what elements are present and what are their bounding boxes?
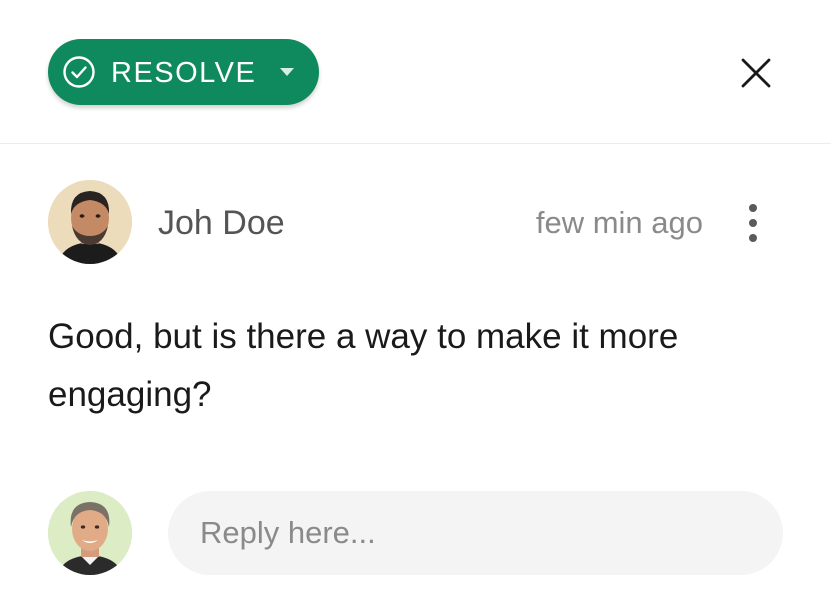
- author-name: Joh Doe: [158, 204, 285, 242]
- comment-header: RESOLVE: [0, 0, 831, 144]
- more-vertical-icon[interactable]: [741, 202, 765, 244]
- current-user-avatar: [48, 491, 132, 575]
- caret-down-icon[interactable]: [280, 68, 294, 77]
- comment-card: RESOLVE Joh Doe few min ago Good, but is…: [0, 0, 831, 612]
- resolve-button[interactable]: RESOLVE: [48, 39, 319, 105]
- comment-timestamp: few min ago: [535, 205, 703, 240]
- author-avatar: [48, 180, 132, 264]
- close-icon[interactable]: [738, 55, 774, 91]
- reply-input[interactable]: [168, 491, 783, 575]
- resolve-label: RESOLVE: [111, 57, 257, 89]
- comment-text: Good, but is there a way to make it more…: [48, 317, 679, 414]
- circle-check-icon: [63, 56, 95, 88]
